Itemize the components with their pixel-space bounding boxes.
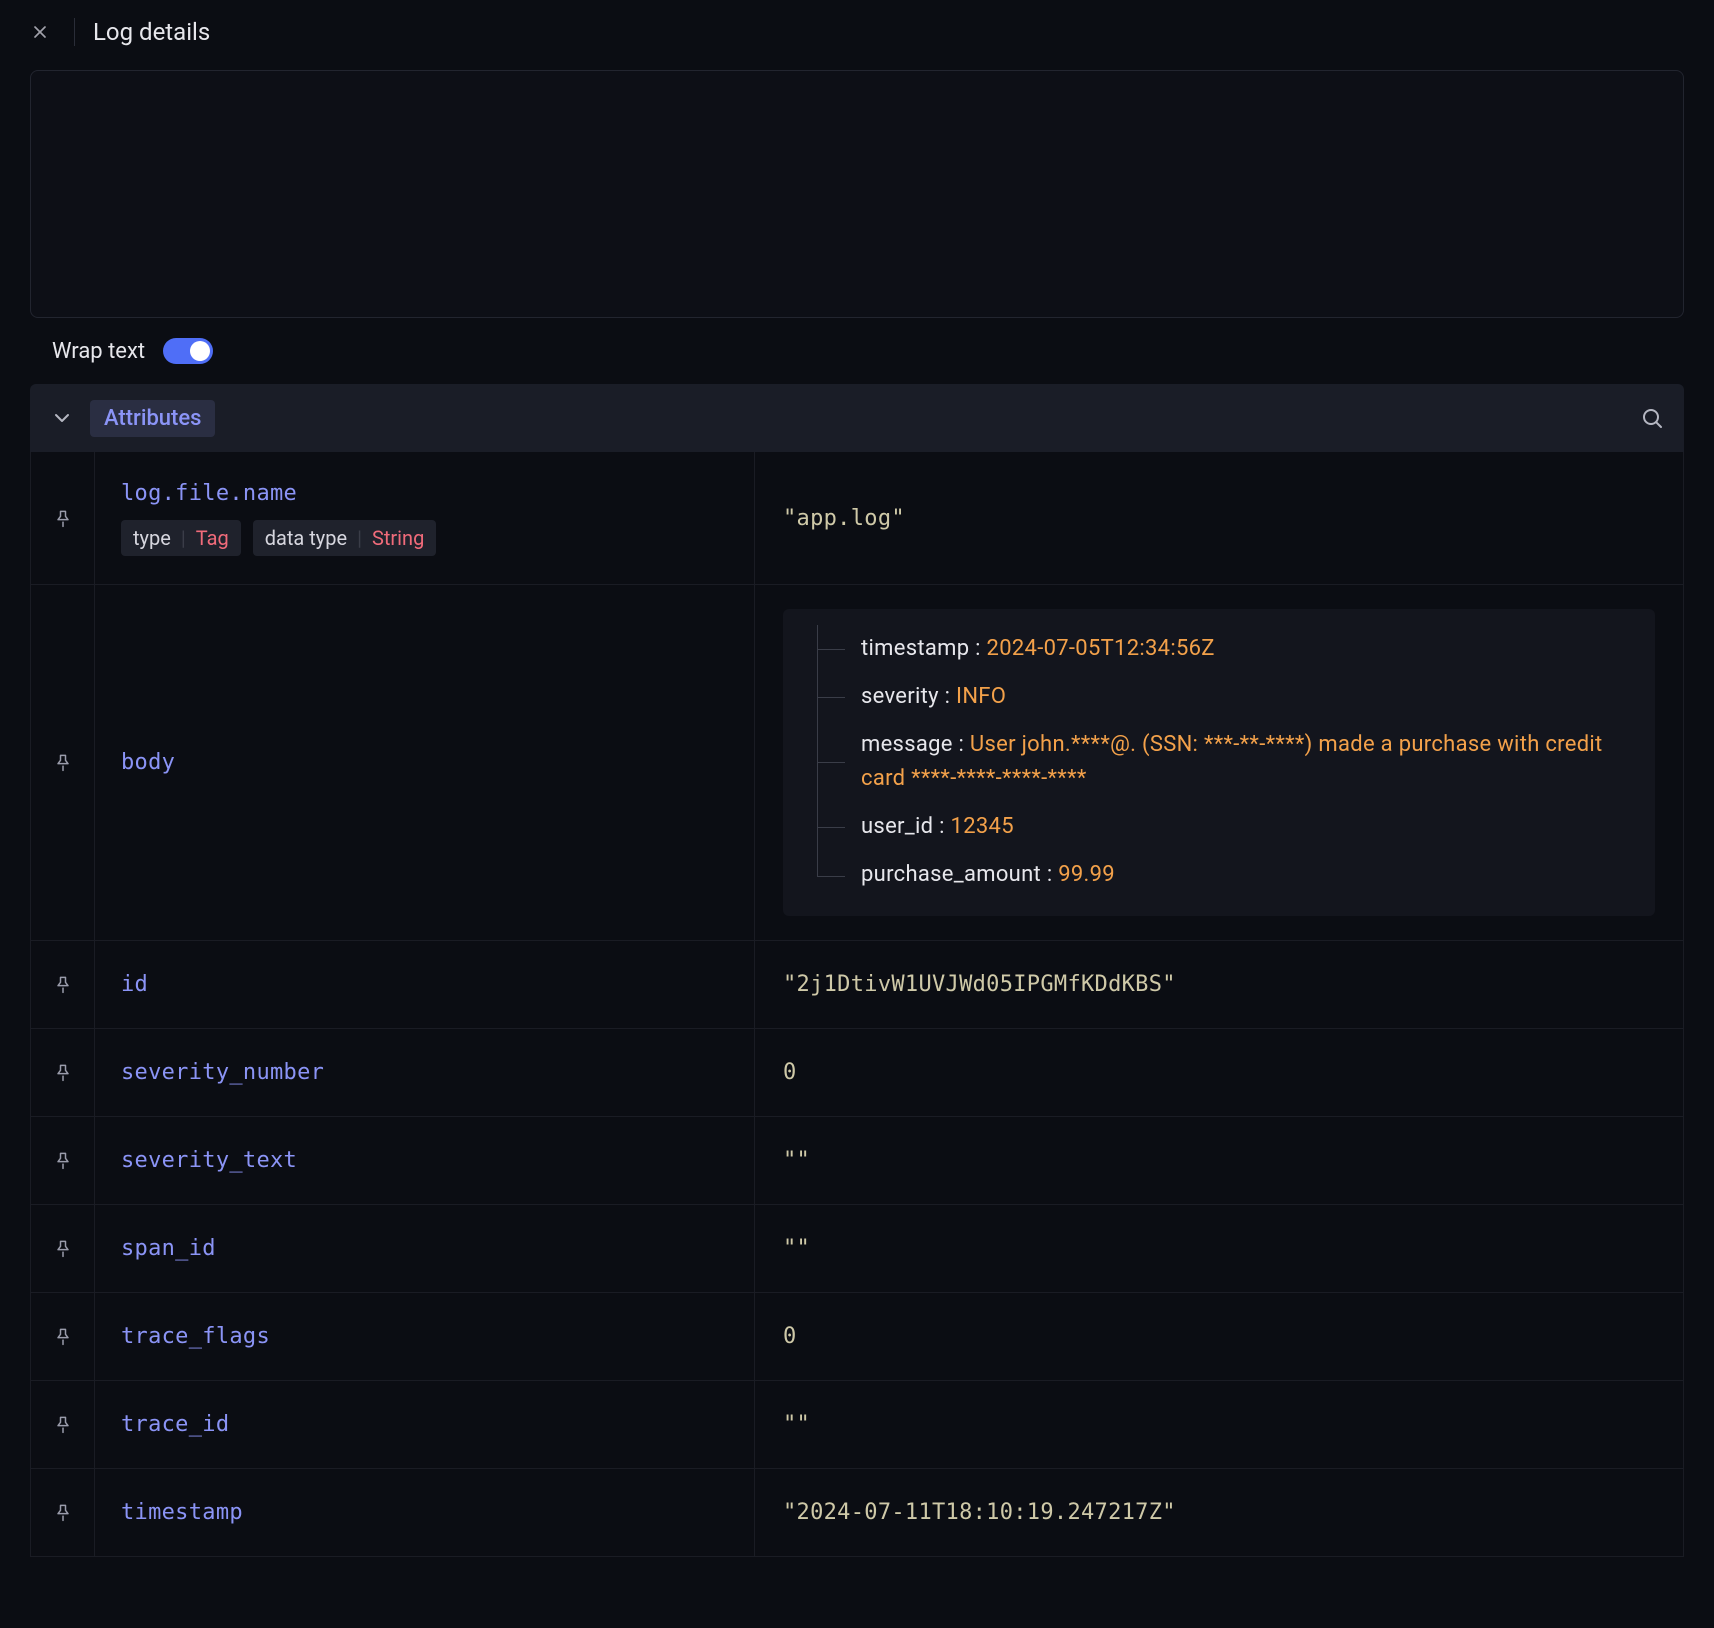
- search-icon: [1640, 406, 1664, 430]
- table-row: severity_text "": [31, 1116, 1683, 1204]
- attr-value: "2024-07-11T18:10:19.247217Z": [755, 1469, 1683, 1556]
- wrap-text-row: Wrap text: [0, 318, 1714, 384]
- attr-value: "2j1DtivW1UVJWd05IPGMfKDdKBS": [755, 941, 1683, 1028]
- attr-key: log.file.name: [121, 481, 728, 506]
- attr-value-body: timestamp : 2024-07-05T12:34:56Z severit…: [755, 585, 1683, 940]
- attr-value: 0: [755, 1293, 1683, 1380]
- table-row: span_id "": [31, 1204, 1683, 1292]
- pin-icon[interactable]: [53, 508, 73, 528]
- pin-icon[interactable]: [53, 1414, 73, 1434]
- table-row: trace_flags 0: [31, 1292, 1683, 1380]
- pin-icon[interactable]: [53, 974, 73, 994]
- chip-datatype: data type | String: [253, 520, 437, 556]
- attr-key: trace_flags: [121, 1324, 728, 1349]
- wrap-text-toggle[interactable]: [163, 338, 213, 364]
- body-tree-line: timestamp : 2024-07-05T12:34:56Z: [801, 625, 1629, 673]
- page-title: Log details: [93, 18, 210, 46]
- attributes-label: Attributes: [90, 400, 215, 437]
- log-preview-panel: [30, 70, 1684, 318]
- header-divider: [74, 18, 75, 46]
- table-row: log.file.name type | Tag data type | Str…: [31, 452, 1683, 584]
- close-button[interactable]: [24, 16, 56, 48]
- attributes-section-header: Attributes: [30, 384, 1684, 452]
- body-tree-line: user_id : 12345: [801, 803, 1629, 851]
- attr-key: span_id: [121, 1236, 728, 1261]
- attr-key: severity_number: [121, 1060, 728, 1085]
- attr-value: "": [755, 1117, 1683, 1204]
- body-tree-line: purchase_amount : 99.99: [801, 851, 1629, 899]
- attr-key: body: [121, 750, 728, 775]
- attr-value: "app.log": [755, 452, 1683, 584]
- table-row: severity_number 0: [31, 1028, 1683, 1116]
- body-tree: timestamp : 2024-07-05T12:34:56Z severit…: [783, 609, 1655, 916]
- pin-icon[interactable]: [53, 1150, 73, 1170]
- attr-key: id: [121, 972, 728, 997]
- attr-value: "": [755, 1381, 1683, 1468]
- attr-value: 0: [755, 1029, 1683, 1116]
- attr-key: trace_id: [121, 1412, 728, 1437]
- pin-icon[interactable]: [53, 752, 73, 772]
- attr-key: severity_text: [121, 1148, 728, 1173]
- table-row: body timestamp : 2024-07-05T12:34:56Z se…: [31, 584, 1683, 940]
- attr-key: timestamp: [121, 1500, 728, 1525]
- pin-icon[interactable]: [53, 1502, 73, 1522]
- attributes-table: log.file.name type | Tag data type | Str…: [30, 452, 1684, 1557]
- body-tree-line: message : User john.****@. (SSN: ***-**-…: [801, 721, 1629, 803]
- search-attributes-button[interactable]: [1640, 406, 1664, 430]
- table-row: id "2j1DtivW1UVJWd05IPGMfKDdKBS": [31, 940, 1683, 1028]
- chip-type: type | Tag: [121, 520, 241, 556]
- wrap-text-label: Wrap text: [52, 339, 145, 364]
- panel-header: Log details: [0, 0, 1714, 64]
- attr-meta-chips: type | Tag data type | String: [121, 520, 728, 556]
- log-details-panel: Log details Wrap text Attributes log.fil…: [0, 0, 1714, 1628]
- collapse-toggle[interactable]: [50, 406, 74, 430]
- body-tree-line: severity : INFO: [801, 673, 1629, 721]
- pin-icon[interactable]: [53, 1326, 73, 1346]
- table-row: trace_id "": [31, 1380, 1683, 1468]
- chevron-down-icon: [50, 406, 74, 430]
- close-icon: [30, 22, 50, 42]
- pin-icon[interactable]: [53, 1062, 73, 1082]
- attr-value: "": [755, 1205, 1683, 1292]
- table-row: timestamp "2024-07-11T18:10:19.247217Z": [31, 1468, 1683, 1556]
- pin-icon[interactable]: [53, 1238, 73, 1258]
